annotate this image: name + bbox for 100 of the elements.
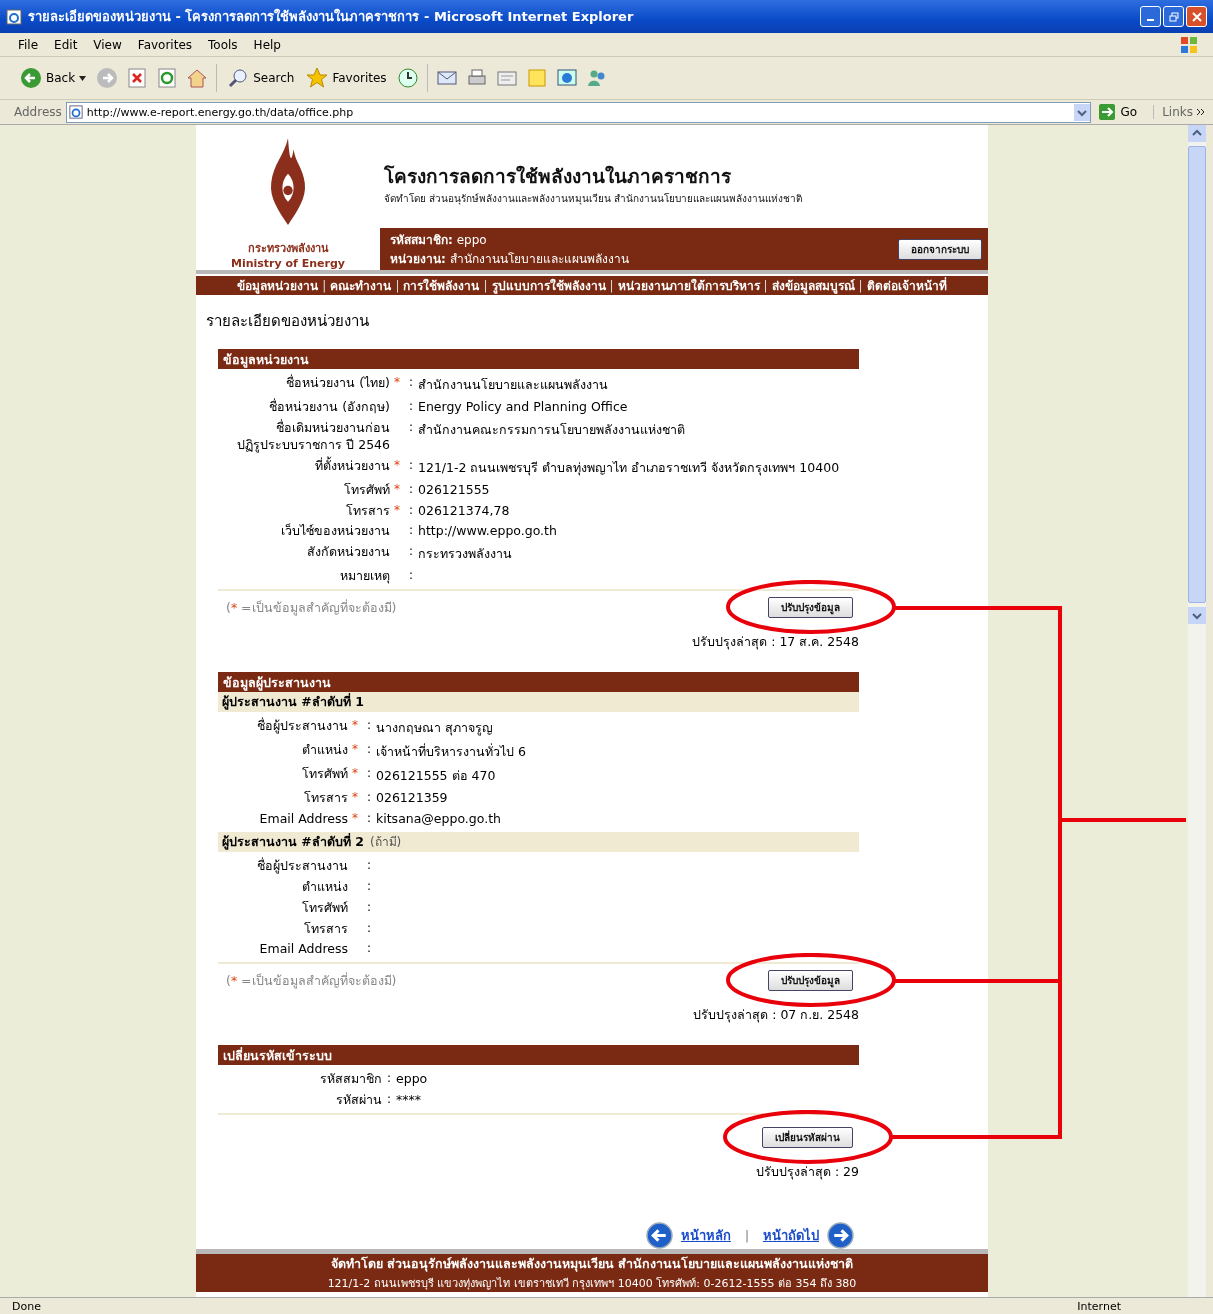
footer-address: 121/1-2 ถนนเพชรบุรี แขวงทุ่งพญาไท เขตราชเทวี กรุงเทพฯ 10400 โทรศัพท์: 0-2612-1555 ต่อ 354 ถึง 380 [327, 1276, 857, 1292]
field-value: สำนักงานคณะกรรมการนโยบายพลังงานแห่งชาติ [418, 421, 685, 437]
go-button[interactable]: Go [1094, 104, 1150, 120]
links-button[interactable]: Links [1153, 105, 1193, 119]
chevron-icon[interactable] [1197, 109, 1205, 115]
field-value: สำนักงานนโยบายและแผนพลังงาน [418, 377, 608, 392]
update-button[interactable]: ปรับปรุงข้อมูล [768, 970, 853, 992]
section-header: ข้อมูลหน่วยงาน [218, 349, 859, 369]
menu-item[interactable]: Tools [200, 37, 246, 52]
update-button[interactable]: เปลี่ยนรหัสผ่าน [762, 1127, 853, 1148]
restore-button[interactable] [1163, 6, 1184, 27]
field-label: Email Address [258, 941, 348, 959]
field-value: 026121374,78 [418, 502, 510, 518]
logo-text: Ministry of Energy [231, 257, 345, 270]
site-subtitle: จัดทำโดย ส่วนอนุรักษ์พลังงานและพลังงานหมุนเวียน สำนักงานนโยบายและแผนพลังงานแห่งชาติ [384, 192, 804, 206]
window-title: รายละเอียดของหน่วยงาน - โครงการลดการใช้พลังงานในภาคราชการ - Microsoft Internet Explorer [28, 7, 635, 26]
subsection-title: ผู้ประสานงาน #ลำดับที่ 2 [222, 832, 364, 852]
nav-separator: | [483, 278, 488, 293]
field-label: โทรสาร [303, 920, 348, 938]
field-label: รหัสผ่าน [335, 1092, 382, 1109]
page-title: รายละเอียดของหน่วยงาน [206, 311, 370, 332]
scroll-down-icon[interactable] [1188, 607, 1206, 624]
field-label: ตำแหน่ง [301, 878, 348, 896]
field-label: ที่ตั้งหน่วยงาน [314, 457, 390, 475]
nav-link[interactable]: ข้อมูลหน่วยงาน [237, 276, 319, 295]
menu-item[interactable]: File [10, 37, 47, 52]
history-icon[interactable] [396, 67, 419, 89]
nav-link[interactable]: ส่งข้อมูลสมบูรณ์ [771, 276, 855, 295]
required-note: (* =เป็นข้อมูลสำคัญที่จะต้องมี) [226, 971, 397, 991]
update-button[interactable]: ปรับปรุงข้อมูล [768, 597, 853, 619]
field-value: 026121555 ต่อ 470 [376, 768, 496, 784]
colon: : [407, 481, 414, 498]
agency-text: หน่วยงาน: สำนักงานนโยบายและแผนพลังงาน [390, 251, 630, 268]
field-label: Email Address [258, 811, 348, 828]
scroll-up-icon[interactable] [1188, 125, 1206, 142]
colon: : [407, 399, 414, 415]
field-label: ชื่อเดิมหน่วยงานก่อน ปฏิรูประบบราชการ ปี 2546 [236, 419, 390, 454]
menu-item[interactable]: View [85, 37, 130, 52]
nav-link[interactable]: หน่วยงานภายใต้การบริหาร [617, 276, 760, 295]
menu-item[interactable]: Help [245, 37, 289, 52]
field-value: 121/1-2 ถนนเพชรบุรี ตำบลทุ่งพญาไท อำเภอราชเทวี จังหวัดกรุงเทพฯ 10400 [418, 459, 840, 475]
site-title: โครงการลดการใช้พลังงานในภาคราชการ [384, 164, 732, 189]
field-label: สังกัดหน่วยงาน [306, 544, 390, 562]
refresh-icon[interactable] [156, 67, 179, 89]
vertical-scrollbar[interactable] [1188, 125, 1206, 1297]
next-page-link[interactable]: หน้าถัดไป [763, 1225, 819, 1246]
back-button[interactable]: Back [18, 67, 89, 89]
colon: : [365, 811, 372, 827]
minimize-button[interactable] [1140, 6, 1161, 27]
logout-button[interactable]: ออกจากระบบ [898, 238, 982, 260]
field-value: http://www.eppo.go.th [418, 523, 557, 539]
colon: : [365, 941, 372, 958]
close-button[interactable] [1186, 6, 1207, 27]
field-value: Energy Policy and Planning Office [418, 399, 628, 414]
nav-link[interactable]: รูปแบบการใช้พลังงาน [491, 276, 606, 295]
required-mark: * [352, 811, 358, 825]
status-text: Done [12, 1299, 42, 1313]
home-link[interactable]: หน้าหลัก [680, 1225, 731, 1246]
globe-icon[interactable] [555, 67, 578, 89]
last-updated-text: ปรับปรุงล่าสุด : 07 ก.ย. 2548 [693, 1006, 859, 1025]
menu-item[interactable]: Edit [46, 37, 86, 52]
nav-link[interactable]: การใช้พลังงาน [403, 276, 480, 295]
field-label: โทรศัพท์ [343, 481, 390, 499]
menu-item[interactable]: Favorites [129, 37, 201, 52]
nav-link[interactable]: ติดต่อเจ้าหน้าที่ [866, 276, 947, 295]
colon: : [407, 523, 414, 540]
windows-flag-icon [1179, 34, 1199, 55]
colon: : [407, 375, 414, 391]
colon: : [365, 899, 372, 916]
search-icon [227, 67, 250, 89]
field-value: นางกฤษณา สุภาจรูญ [376, 720, 493, 736]
last-updated-text: ปรับปรุงล่าสุด : 29 [755, 1163, 859, 1182]
required-mark: * [352, 766, 358, 781]
address-label: Address [14, 105, 62, 119]
address-field[interactable]: http://www.e-report.energy.go.th/data/office.php [65, 101, 1091, 123]
colon: : [365, 920, 372, 937]
colon: : [407, 419, 414, 436]
search-button[interactable]: Search [225, 67, 297, 89]
nav-link[interactable]: คณะทำงาน [330, 276, 392, 295]
colon: : [407, 457, 414, 474]
colon: : [365, 718, 372, 735]
required-mark: * [394, 481, 400, 496]
field-label: โทรศัพท์ [301, 899, 348, 917]
field-value: เจ้าหน้าที่บริหารงานทั่วไป 6 [376, 744, 526, 760]
required-mark: * [352, 790, 358, 805]
stop-icon[interactable] [126, 67, 149, 89]
member-id-text: รหัสสมาชิก: eppo [390, 232, 488, 249]
footer-credit: จัดทำโดย ส่วนอนุรักษ์พลังงานและพลังงานหมุนเวียน สำนักงานนโยบายและแผนพลังงานแห่งชาติ [330, 1255, 854, 1274]
field-value: kitsana@eppo.go.th [376, 811, 501, 826]
colon: : [407, 544, 414, 561]
favorites-button[interactable]: Favorites [304, 67, 389, 89]
browser-page-icon [6, 8, 22, 25]
home-icon[interactable] [186, 67, 209, 89]
colon: : [385, 1092, 392, 1109]
section-header: เปลี่ยนรหัสเข้าระบบ [218, 1045, 859, 1066]
field-label: ตำแหน่ง [301, 742, 348, 760]
last-updated-text: ปรับปรุงล่าสุด : 17 ส.ค. 2548 [692, 633, 859, 652]
nav-separator: | [763, 278, 768, 293]
link-separator: | [744, 1228, 749, 1243]
dropdown-caret-icon [79, 75, 87, 81]
